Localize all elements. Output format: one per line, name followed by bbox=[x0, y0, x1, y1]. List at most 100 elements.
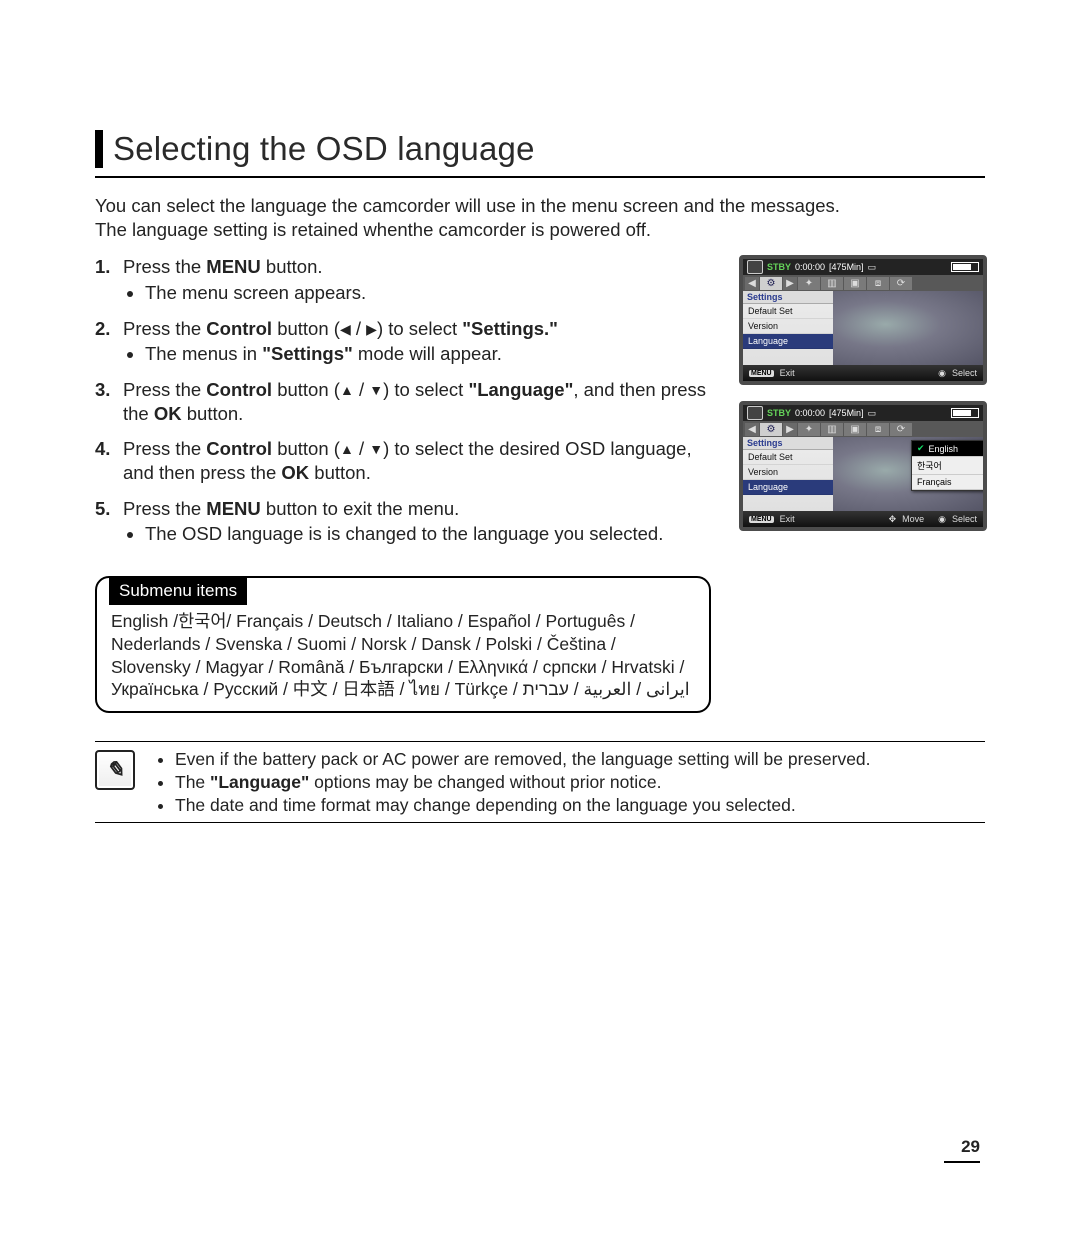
move-icon: ✥ bbox=[889, 514, 897, 525]
menu-keyword: MENU bbox=[206, 256, 260, 277]
substep-list: The OSD language is is changed to the la… bbox=[123, 522, 711, 546]
up-arrow-icon: ▲ bbox=[340, 441, 354, 459]
text: Press the bbox=[123, 438, 206, 459]
notes-top-rule bbox=[95, 741, 985, 742]
page-heading: Selecting the OSD language bbox=[95, 130, 985, 168]
text: The bbox=[175, 772, 210, 792]
left-arrow-icon: ◀ bbox=[340, 321, 351, 339]
lcd-screenshot-settings: STBY 0:00:00 [475Min] ▭ ◀ ⚙ ▶ ✦ ▥ ▣ ⧈ ⟳ bbox=[739, 255, 987, 385]
tab-next-icon: ▶ bbox=[783, 277, 797, 290]
intro-text: You can select the language the camcorde… bbox=[95, 194, 985, 241]
submenu-label: Submenu items bbox=[109, 577, 247, 605]
substep: The menu screen appears. bbox=[145, 281, 711, 305]
tab-icon: ⧈ bbox=[867, 277, 889, 290]
language-keyword: "Language" bbox=[210, 772, 309, 792]
stby-indicator: STBY bbox=[767, 408, 791, 418]
lcd-preview-image bbox=[833, 291, 983, 365]
step-1: 1. Press the MENU button. The menu scree… bbox=[95, 255, 711, 304]
exit-label: Exit bbox=[780, 368, 795, 378]
heading-rule bbox=[95, 176, 985, 178]
page-number-bar bbox=[944, 1161, 980, 1163]
tab-icon: ▣ bbox=[844, 277, 866, 290]
step-list: 1. Press the MENU button. The menu scree… bbox=[95, 255, 711, 546]
notes-bottom-rule bbox=[95, 822, 985, 823]
lcd-screenshot-language: STBY 0:00:00 [475Min] ▭ ◀ ⚙ ▶ ✦ ▥ ▣ ⧈ ⟳ bbox=[739, 401, 987, 531]
lcd-tab-strip: ◀ ⚙ ▶ ✦ ▥ ▣ ⧈ ⟳ bbox=[743, 275, 983, 291]
lcd-topbar: STBY 0:00:00 [475Min] ▭ bbox=[743, 259, 983, 275]
text: button. bbox=[309, 462, 371, 483]
note-icon: ✎ bbox=[95, 750, 135, 790]
stby-indicator: STBY bbox=[767, 262, 791, 272]
lcd-scene: Settings Default Set Version Language ✔E… bbox=[743, 437, 983, 511]
lcd-topbar: STBY 0:00:00 [475Min] ▭ bbox=[743, 405, 983, 421]
check-icon: ✔ bbox=[917, 443, 925, 454]
text: button ( bbox=[272, 438, 340, 459]
panel-item-default-set: Default Set bbox=[743, 304, 833, 319]
tab-icon: ▥ bbox=[821, 277, 843, 290]
intro-line-2: The language setting is retained whenthe… bbox=[95, 219, 651, 240]
settings-keyword: "Settings" bbox=[262, 343, 353, 364]
control-keyword: Control bbox=[206, 438, 272, 459]
step-2: 2. Press the Control button (◀ / ▶) to s… bbox=[95, 317, 711, 366]
time-display: 0:00:00 bbox=[795, 408, 825, 418]
ok-keyword: OK bbox=[281, 462, 309, 483]
tab-icon: ✦ bbox=[798, 277, 820, 290]
text: ) to select bbox=[383, 379, 468, 400]
text: mode will appear. bbox=[353, 343, 502, 364]
panel-title-settings: Settings bbox=[743, 437, 833, 450]
lcd-bottom-bar: MENU Exit ◉ Select bbox=[743, 365, 983, 381]
text: Press the bbox=[123, 379, 206, 400]
step-number: 3. bbox=[95, 378, 110, 402]
time-display: 0:00:00 bbox=[795, 262, 825, 272]
step-3: 3. Press the Control button (▲ / ▼) to s… bbox=[95, 378, 711, 425]
tab-icon: ⟳ bbox=[890, 277, 912, 290]
ok-keyword: OK bbox=[154, 403, 182, 424]
step-4: 4. Press the Control button (▲ / ▼) to s… bbox=[95, 437, 711, 484]
note-item: Even if the battery pack or AC power are… bbox=[175, 748, 871, 771]
tab-next-icon: ▶ bbox=[783, 423, 797, 436]
battery-icon bbox=[951, 262, 979, 272]
panel-item-language-selected: Language bbox=[743, 480, 833, 495]
text: options may be changed without prior not… bbox=[309, 772, 661, 792]
menu-tag-icon: MENU bbox=[749, 516, 774, 523]
submenu-items-box: Submenu items English /한국어/ Français / D… bbox=[95, 576, 711, 713]
lcd-scene: Settings Default Set Version Language bbox=[743, 291, 983, 365]
text: button. bbox=[261, 256, 323, 277]
text: button ( bbox=[272, 318, 340, 339]
intro-line-1: You can select the language the camcorde… bbox=[95, 195, 840, 216]
down-arrow-icon: ▼ bbox=[369, 382, 383, 400]
text: Press the bbox=[123, 318, 206, 339]
right-arrow-icon: ▶ bbox=[366, 321, 377, 339]
text: The menus in bbox=[145, 343, 262, 364]
panel-title-settings: Settings bbox=[743, 291, 833, 304]
select-label: Select bbox=[952, 368, 977, 378]
ok-dot-icon: ◉ bbox=[938, 368, 946, 379]
tab-settings-icon: ⚙ bbox=[760, 277, 782, 290]
step-number: 1. bbox=[95, 255, 110, 279]
substep: The OSD language is is changed to the la… bbox=[145, 522, 711, 546]
lang-option-korean: 한국어 bbox=[912, 457, 987, 475]
text: Press the bbox=[123, 256, 206, 277]
tab-icon: ▣ bbox=[844, 423, 866, 436]
substep: The menus in "Settings" mode will appear… bbox=[145, 342, 711, 366]
lcd-tab-strip: ◀ ⚙ ▶ ✦ ▥ ▣ ⧈ ⟳ bbox=[743, 421, 983, 437]
page-number: 29 bbox=[961, 1137, 980, 1157]
menu-keyword: MENU bbox=[206, 498, 260, 519]
substep-list: The menu screen appears. bbox=[123, 281, 711, 305]
battery-icon bbox=[951, 408, 979, 418]
note-item: The date and time format may change depe… bbox=[175, 794, 871, 817]
lcd-bottom-bar: MENU Exit ✥ Move ◉ Select bbox=[743, 511, 983, 527]
up-arrow-icon: ▲ bbox=[340, 382, 354, 400]
text: button. bbox=[182, 403, 244, 424]
tab-icon: ✦ bbox=[798, 423, 820, 436]
lcd-preview-image: ✔English 한국어 Français bbox=[833, 437, 983, 511]
heading-accent-bar bbox=[95, 130, 103, 168]
control-keyword: Control bbox=[206, 318, 272, 339]
manual-page: Selecting the OSD language You can selec… bbox=[0, 0, 1080, 1235]
card-icon: ▭ bbox=[868, 408, 877, 419]
lang-option-french: Français bbox=[912, 475, 987, 490]
tab-icon: ▥ bbox=[821, 423, 843, 436]
heading-text: Selecting the OSD language bbox=[113, 130, 535, 168]
tab-prev-icon: ◀ bbox=[745, 423, 759, 436]
content-row: 1. Press the MENU button. The menu scree… bbox=[95, 255, 985, 713]
